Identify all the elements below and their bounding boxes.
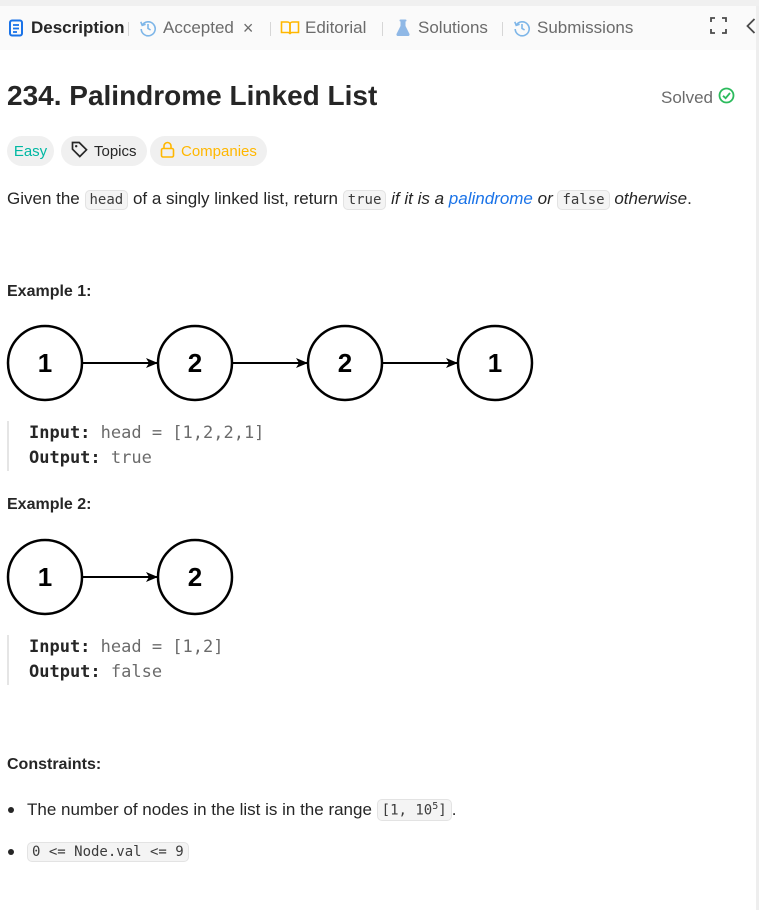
close-tab-icon[interactable]: × <box>243 18 254 39</box>
chevron-left-icon <box>746 17 756 40</box>
topics-label: Topics <box>94 142 137 160</box>
list-node: 1 <box>6 324 84 402</box>
output-label: Output: <box>29 448 101 468</box>
code-true: true <box>342 190 387 210</box>
companies-button[interactable]: Companies <box>150 136 267 166</box>
description-text: if it is a <box>386 189 449 208</box>
difficulty-label: Easy <box>13 142 48 160</box>
input-value: head = [1,2] <box>90 637 224 657</box>
tab-separator <box>382 22 383 36</box>
problem-tab-bar: Description Accepted × Editorial Solutio… <box>0 6 756 50</box>
tab-accepted-label: Accepted <box>163 18 234 37</box>
difficulty-badge: Easy <box>7 136 54 166</box>
lock-icon <box>160 141 181 162</box>
tab-separator <box>270 22 271 36</box>
input-label: Input: <box>29 637 91 657</box>
output-label: Output: <box>29 662 101 682</box>
list-node: 2 <box>306 324 384 402</box>
list-node: 2 <box>156 538 234 616</box>
tab-editorial[interactable]: Editorial <box>280 6 366 50</box>
description-text: of a singly linked list, return <box>128 189 343 208</box>
constraint-range-code: [1, 105] <box>376 799 452 821</box>
constraint-item: The number of nodes in the list is in th… <box>7 799 456 821</box>
tab-submissions[interactable]: Submissions <box>512 6 633 50</box>
companies-label: Companies <box>181 142 257 160</box>
svg-text:1: 1 <box>488 348 502 378</box>
history-clock-icon <box>512 18 532 38</box>
list-node: 1 <box>6 538 84 616</box>
topics-button[interactable]: Topics <box>61 136 147 166</box>
output-value: true <box>100 448 152 468</box>
description-text: Given the <box>7 189 85 208</box>
solved-status: Solved <box>661 87 735 109</box>
svg-text:2: 2 <box>188 348 202 378</box>
svg-text:1: 1 <box>38 562 52 592</box>
output-value: false <box>100 662 163 682</box>
example-2-heading: Example 2: <box>7 496 92 513</box>
constraint-text: . <box>451 799 457 819</box>
problem-title[interactable]: 234. Palindrome Linked List <box>7 80 377 112</box>
problem-description: Given the head of a singly linked list, … <box>7 186 692 213</box>
input-value: head = [1,2,2,1] <box>90 423 265 443</box>
tab-submissions-label: Submissions <box>537 18 634 37</box>
svg-text:1: 1 <box>38 348 52 378</box>
palindrome-link[interactable]: palindrome <box>449 189 533 208</box>
tab-solutions-label: Solutions <box>418 18 488 37</box>
input-label: Input: <box>29 423 91 443</box>
solved-label: Solved <box>661 88 713 107</box>
example-1-io-block: Input: head = [1,2,2,1] Output: true <box>7 421 264 471</box>
description-text: or <box>532 189 558 208</box>
code-text: ] <box>438 802 447 819</box>
tab-solutions[interactable]: Solutions <box>393 6 488 50</box>
constraint-node-val-code: 0 <= Node.val <= 9 <box>27 842 189 862</box>
tab-description-label: Description <box>31 18 125 37</box>
tab-separator <box>502 22 503 36</box>
description-text: otherwise <box>609 189 688 208</box>
book-icon <box>280 18 300 38</box>
document-icon <box>6 18 26 38</box>
constraints-heading: Constraints: <box>7 756 102 773</box>
example-1-heading: Example 1: <box>7 283 92 300</box>
bullet-dot <box>8 849 14 855</box>
tab-separator <box>128 22 129 36</box>
history-clock-icon <box>138 18 158 38</box>
fullscreen-button[interactable] <box>710 17 727 39</box>
bullet-dot <box>8 806 14 813</box>
check-circle-icon <box>713 87 735 109</box>
example-2-io-block: Input: head = [1,2] Output: false <box>7 635 223 685</box>
code-head: head <box>84 190 129 210</box>
example-1-linked-list-diagram: 1 2 2 1 <box>6 324 534 402</box>
fullscreen-icon <box>710 17 727 39</box>
example-2-linked-list-diagram: 1 2 <box>6 538 234 616</box>
code-false: false <box>557 190 610 210</box>
svg-text:2: 2 <box>338 348 352 378</box>
tag-icon <box>71 141 94 162</box>
tab-description[interactable]: Description <box>6 6 125 50</box>
tab-editorial-label: Editorial <box>305 18 367 37</box>
svg-text:2: 2 <box>188 562 202 592</box>
list-node: 1 <box>456 324 534 402</box>
list-node: 2 <box>156 324 234 402</box>
tab-accepted[interactable]: Accepted × <box>138 6 253 50</box>
description-text: . <box>687 189 692 208</box>
constraint-text: The number of nodes in the list is in th… <box>27 799 377 819</box>
flask-icon <box>393 18 413 38</box>
collapse-panel-button[interactable] <box>746 17 756 40</box>
constraint-item: 0 <= Node.val <= 9 <box>7 842 189 862</box>
code-text: [1, 10 <box>381 802 433 819</box>
